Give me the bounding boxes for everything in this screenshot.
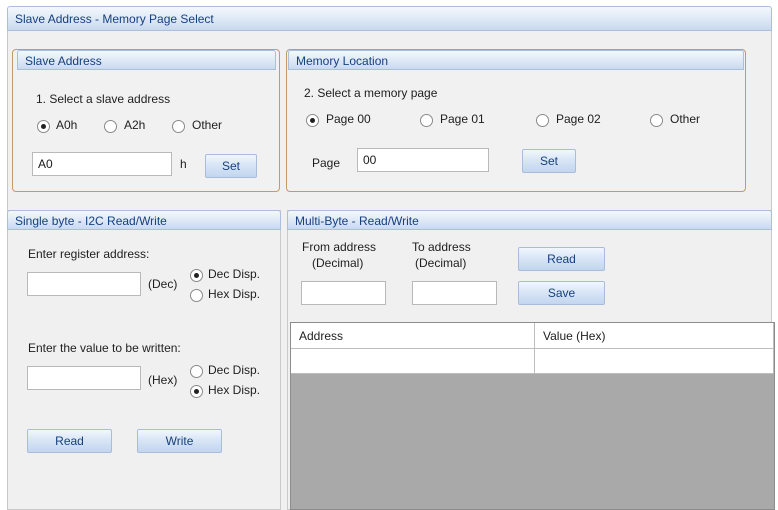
slave-address-unit: h (180, 157, 187, 171)
value-prompt: Enter the value to be written: (28, 341, 181, 355)
radio-value-dec-disp-label: Dec Disp. (208, 363, 261, 377)
radio-other-slave[interactable] (172, 120, 185, 133)
from-address-label-line2: (Decimal) (312, 256, 364, 270)
register-address-unit: (Dec) (148, 277, 178, 291)
grid-cell-address[interactable] (291, 349, 535, 374)
radio-register-hex-disp-label: Hex Disp. (208, 287, 261, 301)
radio-page-02[interactable] (536, 114, 549, 127)
memory-page-set-button[interactable]: Set (522, 149, 576, 173)
single-byte-write-button[interactable]: Write (137, 429, 222, 453)
grid-header-address[interactable]: Address (291, 323, 535, 349)
multi-byte-read-button[interactable]: Read (518, 247, 605, 271)
memory-page-input[interactable] (357, 148, 489, 172)
page-label: Page (312, 156, 341, 170)
single-byte-header: Single byte - I2C Read/Write (7, 210, 281, 230)
radio-page-02-label: Page 02 (556, 112, 601, 126)
radio-other-slave-label: Other (192, 118, 223, 132)
window-title: Slave Address - Memory Page Select (15, 12, 214, 26)
radio-page-01-label: Page 01 (440, 112, 485, 126)
radio-other-page[interactable] (650, 114, 663, 127)
from-address-input[interactable] (301, 281, 386, 305)
single-byte-read-button[interactable]: Read (27, 429, 112, 453)
from-address-label-line1: From address (302, 240, 377, 254)
memory-location-prompt: 2. Select a memory page (304, 86, 438, 100)
to-address-input[interactable] (412, 281, 497, 305)
multi-byte-title: Multi-Byte - Read/Write (295, 214, 419, 228)
slave-address-title: Slave Address (25, 54, 102, 68)
radio-page-01[interactable] (420, 114, 433, 127)
to-address-label-line1: To address (412, 240, 471, 254)
radio-a0h[interactable] (37, 120, 50, 133)
value-unit: (Hex) (148, 373, 178, 387)
radio-value-dec-disp[interactable] (190, 365, 203, 378)
slave-address-prompt: 1. Select a slave address (36, 92, 171, 106)
slave-address-header: Slave Address (17, 50, 276, 70)
memory-location-title: Memory Location (296, 54, 389, 68)
single-byte-title: Single byte - I2C Read/Write (15, 214, 167, 228)
memory-data-grid[interactable]: Address Value (Hex) (290, 322, 775, 510)
radio-other-page-label: Other (670, 112, 701, 126)
memory-location-header: Memory Location (288, 50, 744, 70)
radio-value-hex-disp-label: Hex Disp. (208, 383, 261, 397)
to-address-label-line2: (Decimal) (415, 256, 467, 270)
radio-register-dec-disp-label: Dec Disp. (208, 267, 261, 281)
grid-cell-value[interactable] (535, 349, 774, 374)
radio-page-00[interactable] (306, 114, 319, 127)
radio-register-dec-disp[interactable] (190, 269, 203, 282)
grid-header-value[interactable]: Value (Hex) (535, 323, 774, 349)
radio-register-hex-disp[interactable] (190, 289, 203, 302)
value-input[interactable] (27, 366, 141, 390)
slave-address-input[interactable] (32, 152, 172, 176)
multi-byte-header: Multi-Byte - Read/Write (287, 210, 772, 230)
register-address-input[interactable] (27, 272, 141, 296)
multi-byte-save-button[interactable]: Save (518, 281, 605, 305)
slave-address-set-button[interactable]: Set (205, 154, 257, 178)
window-title-bar: Slave Address - Memory Page Select (7, 6, 772, 31)
radio-page-00-label: Page 00 (326, 112, 371, 126)
radio-a0h-label: A0h (56, 118, 78, 132)
radio-a2h[interactable] (104, 120, 117, 133)
radio-a2h-label: A2h (124, 118, 146, 132)
radio-value-hex-disp[interactable] (190, 385, 203, 398)
register-address-prompt: Enter register address: (28, 247, 150, 261)
